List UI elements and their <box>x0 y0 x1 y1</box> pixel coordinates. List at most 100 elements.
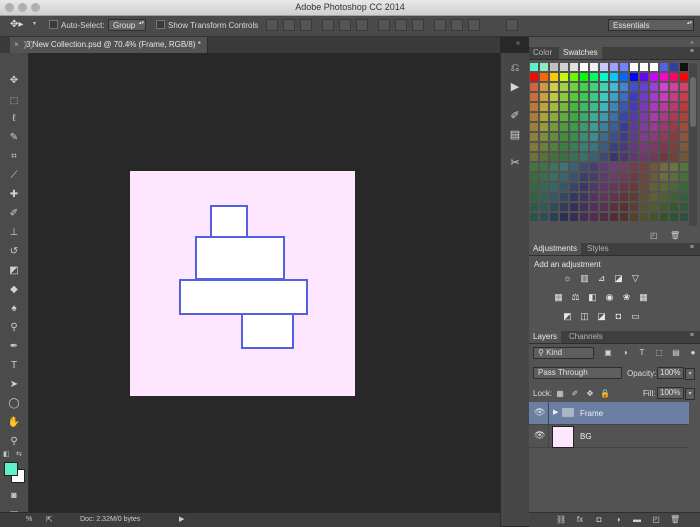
shape-top-box[interactable] <box>210 205 248 238</box>
color-swatch[interactable] <box>620 143 628 151</box>
color-swatch[interactable] <box>600 63 608 71</box>
color-swatch[interactable] <box>670 163 678 171</box>
move-tool-icon[interactable]: ✥ <box>5 73 23 89</box>
color-swatch[interactable] <box>580 63 588 71</box>
distribute-bottom-button[interactable] <box>412 19 424 31</box>
color-swatch[interactable] <box>610 143 618 151</box>
export-icon[interactable]: ⇱ <box>46 513 53 527</box>
gradient-map-icon[interactable]: ▭ <box>630 311 641 321</box>
filter-shape-icon[interactable]: ⬚ <box>654 348 664 358</box>
filter-pixel-icon[interactable]: ▣ <box>603 348 613 358</box>
auto-align-layers-button[interactable] <box>506 19 518 31</box>
color-swatch[interactable] <box>610 113 618 121</box>
color-swatch[interactable] <box>530 83 538 91</box>
color-swatch[interactable] <box>550 213 558 221</box>
color-swatch[interactable] <box>660 113 668 121</box>
filter-adjustment-icon[interactable]: ◑ <box>620 348 630 358</box>
opacity-field[interactable]: 100% <box>657 367 684 379</box>
color-swatch[interactable] <box>610 133 618 141</box>
color-swatch[interactable] <box>600 163 608 171</box>
filter-type-icon[interactable]: T <box>637 348 647 358</box>
tab-channels[interactable]: Channels <box>565 331 607 343</box>
lock-transparency-icon[interactable]: ▦ <box>555 389 565 399</box>
color-swatch[interactable] <box>590 103 598 111</box>
new-fill-layer-icon[interactable]: ◑ <box>613 515 623 525</box>
color-swatch[interactable] <box>610 123 618 131</box>
color-swatch[interactable] <box>570 93 578 101</box>
color-swatch[interactable] <box>630 213 638 221</box>
fill-arrow-icon[interactable]: ▾ <box>685 388 695 400</box>
color-swatch[interactable] <box>530 163 538 171</box>
color-swatch[interactable] <box>590 163 598 171</box>
color-swatch[interactable] <box>560 193 568 201</box>
color-swatch[interactable] <box>600 123 608 131</box>
swatches-scrollbar[interactable] <box>689 63 697 226</box>
color-swatch[interactable] <box>600 73 608 81</box>
color-swatch[interactable] <box>620 183 628 191</box>
color-swatch[interactable] <box>610 63 618 71</box>
color-swatch[interactable] <box>650 213 658 221</box>
color-swatch[interactable] <box>660 123 668 131</box>
color-swatch[interactable] <box>630 123 638 131</box>
color-swatch[interactable] <box>600 133 608 141</box>
ellipse-tool-icon[interactable]: ◯ <box>5 396 23 412</box>
color-swatch[interactable] <box>530 103 538 111</box>
tool-presets-icon[interactable]: ✂ <box>508 156 522 170</box>
lasso-tool-icon[interactable]: ℓ <box>5 111 23 127</box>
align-horizontal-centers-button[interactable] <box>339 19 351 31</box>
color-swatch[interactable] <box>640 213 648 221</box>
color-swatch[interactable] <box>680 183 688 191</box>
align-vertical-centers-button[interactable] <box>283 19 295 31</box>
color-swatch[interactable] <box>570 193 578 201</box>
link-layers-icon[interactable]: ⛓ <box>556 515 566 525</box>
align-right-edges-button[interactable] <box>356 19 368 31</box>
color-swatch[interactable] <box>530 173 538 181</box>
color-swatch[interactable] <box>580 133 588 141</box>
color-swatch[interactable] <box>550 63 558 71</box>
color-swatch[interactable] <box>560 163 568 171</box>
color-swatch[interactable] <box>580 193 588 201</box>
color-swatch[interactable] <box>630 83 638 91</box>
color-swatch[interactable] <box>540 93 548 101</box>
align-top-edges-button[interactable] <box>266 19 278 31</box>
color-swatch[interactable] <box>590 73 598 81</box>
color-swatch[interactable] <box>640 183 648 191</box>
color-swatch[interactable] <box>640 203 648 211</box>
eraser-tool-icon[interactable]: ◩ <box>5 263 23 279</box>
crop-tool-icon[interactable]: ⌗ <box>5 149 23 165</box>
color-swatch[interactable] <box>530 213 538 221</box>
color-swatch[interactable] <box>570 73 578 81</box>
layer-row-frame[interactable]: 👁 ▶ Frame <box>529 402 689 424</box>
opacity-arrow-icon[interactable]: ▾ <box>685 368 695 380</box>
color-swatch[interactable] <box>570 133 578 141</box>
panel-collapse-x-icon[interactable]: × <box>690 40 694 47</box>
color-swatch[interactable] <box>620 123 628 131</box>
color-swatch[interactable] <box>570 83 578 91</box>
color-swatch[interactable] <box>610 73 618 81</box>
new-group-icon[interactable]: ▬ <box>632 515 642 525</box>
color-swatch[interactable] <box>540 83 548 91</box>
color-swatch[interactable] <box>580 203 588 211</box>
color-swatch[interactable] <box>620 83 628 91</box>
color-swatch[interactable] <box>570 143 578 151</box>
color-swatch[interactable] <box>620 193 628 201</box>
color-swatch[interactable] <box>550 103 558 111</box>
quick-mask-icon[interactable]: ◙ <box>5 487 23 503</box>
color-swatch[interactable] <box>680 163 688 171</box>
color-swatch[interactable] <box>680 123 688 131</box>
color-swatch[interactable] <box>580 103 588 111</box>
distribute-hcenter-button[interactable] <box>451 19 463 31</box>
color-swatch[interactable] <box>540 143 548 151</box>
color-swatch[interactable] <box>630 133 638 141</box>
color-swatch[interactable] <box>530 203 538 211</box>
new-layer-icon[interactable]: ◰ <box>651 515 661 525</box>
color-swatch[interactable] <box>610 163 618 171</box>
channel-mixer-icon[interactable]: ❀ <box>621 292 632 302</box>
color-swatch[interactable] <box>670 213 678 221</box>
color-swatch[interactable] <box>560 183 568 191</box>
layer-name[interactable]: BG <box>580 432 592 441</box>
color-swatch[interactable] <box>670 63 678 71</box>
color-swatch[interactable] <box>590 143 598 151</box>
color-swatch[interactable] <box>610 93 618 101</box>
auto-select-dropdown[interactable]: Group <box>108 19 146 31</box>
